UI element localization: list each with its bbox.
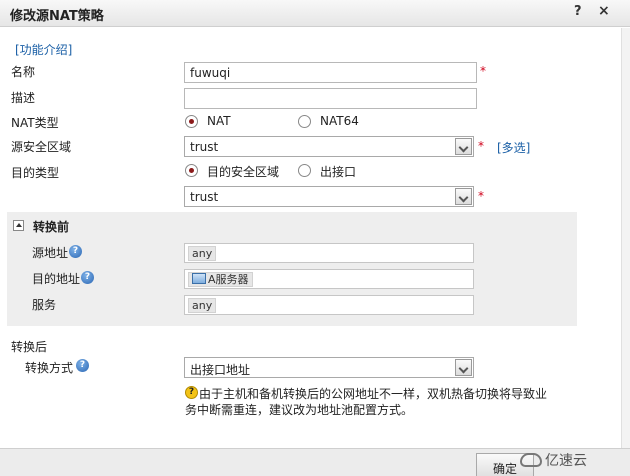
src-zone-label: 源安全区域 — [11, 140, 72, 154]
method-select[interactable]: 出接口地址 — [184, 357, 474, 378]
dest-zone-radio[interactable] — [185, 164, 198, 177]
required-mark: * — [480, 64, 486, 78]
src-zone-select[interactable]: trust — [184, 136, 474, 157]
required-mark: * — [478, 139, 484, 153]
after-section-header: 转换后 — [11, 340, 48, 354]
warning-icon: ? — [185, 386, 198, 399]
chevron-down-icon[interactable] — [455, 359, 472, 376]
nat-type-label: NAT类型 — [11, 116, 59, 130]
before-section-header: 转换前 — [33, 220, 70, 234]
dest-zone-option-label: 目的安全区域 — [207, 165, 280, 179]
dialog-titlebar: 修改源NAT策略 ? × — [0, 0, 630, 27]
dst-addr-field[interactable]: A服务器 — [184, 269, 474, 289]
dialog-body: [功能介绍] 名称 fuwuqi * 描述 NAT类型 NAT NAT64 源安… — [0, 28, 630, 448]
dest-zone-value: trust — [190, 190, 219, 204]
help-icon[interactable]: ? — [76, 359, 89, 372]
nat64-option-label: NAT64 — [320, 114, 359, 128]
description-label: 描述 — [11, 91, 36, 105]
service-tag: any — [188, 298, 217, 313]
help-icon[interactable]: ? — [69, 245, 82, 258]
src-addr-field[interactable]: any — [184, 243, 474, 263]
dest-iface-option-label: 出接口 — [320, 165, 357, 179]
dialog-title: 修改源NAT策略 — [10, 9, 104, 24]
service-label: 服务 — [32, 298, 57, 312]
watermark-text: 亿速云 — [545, 453, 587, 469]
nat64-radio[interactable] — [298, 115, 311, 128]
chevron-down-icon[interactable] — [455, 188, 472, 205]
close-icon[interactable]: × — [598, 3, 610, 19]
collapse-icon[interactable] — [13, 220, 24, 231]
multi-select-link[interactable]: [多选] — [497, 139, 530, 156]
nat-radio[interactable] — [185, 115, 198, 128]
dest-zone-select[interactable]: trust — [184, 186, 474, 207]
method-value: 出接口地址 — [190, 363, 251, 377]
chevron-down-icon[interactable] — [455, 138, 472, 155]
nat-option-label: NAT — [207, 114, 231, 128]
note-line-2: 务中断需重连，建议改为地址池配置方式。 — [185, 403, 414, 417]
src-addr-label: 源地址 — [32, 246, 69, 260]
dst-addr-label: 目的地址 — [32, 272, 81, 286]
name-input[interactable]: fuwuqi — [184, 62, 477, 83]
dest-iface-radio[interactable] — [298, 164, 311, 177]
dst-addr-tag: A服务器 — [188, 272, 253, 287]
description-input[interactable] — [184, 88, 477, 109]
cloud-logo-icon — [520, 453, 542, 467]
intro-link[interactable]: [功能介绍] — [15, 41, 72, 58]
dst-addr-tag-text: A服务器 — [208, 273, 249, 286]
method-label: 转换方式 — [25, 361, 74, 375]
help-icon[interactable]: ? — [574, 4, 582, 19]
server-icon — [192, 273, 206, 284]
required-mark: * — [478, 189, 484, 203]
note-line-1: 由于主机和备机转换后的公网地址不一样，双机热备切换将导致业 — [199, 387, 548, 401]
service-field[interactable]: any — [184, 295, 474, 315]
src-addr-tag: any — [188, 246, 217, 261]
src-zone-value: trust — [190, 140, 219, 154]
help-icon[interactable]: ? — [81, 271, 94, 284]
name-label: 名称 — [11, 65, 36, 79]
watermark: 亿速云 — [520, 450, 587, 470]
before-translation-section: 转换前 源地址 ? any 目的地址 ? A服务器 服务 any — [7, 212, 577, 326]
dest-type-label: 目的类型 — [11, 166, 60, 180]
vertical-scrollbar[interactable] — [621, 28, 630, 448]
